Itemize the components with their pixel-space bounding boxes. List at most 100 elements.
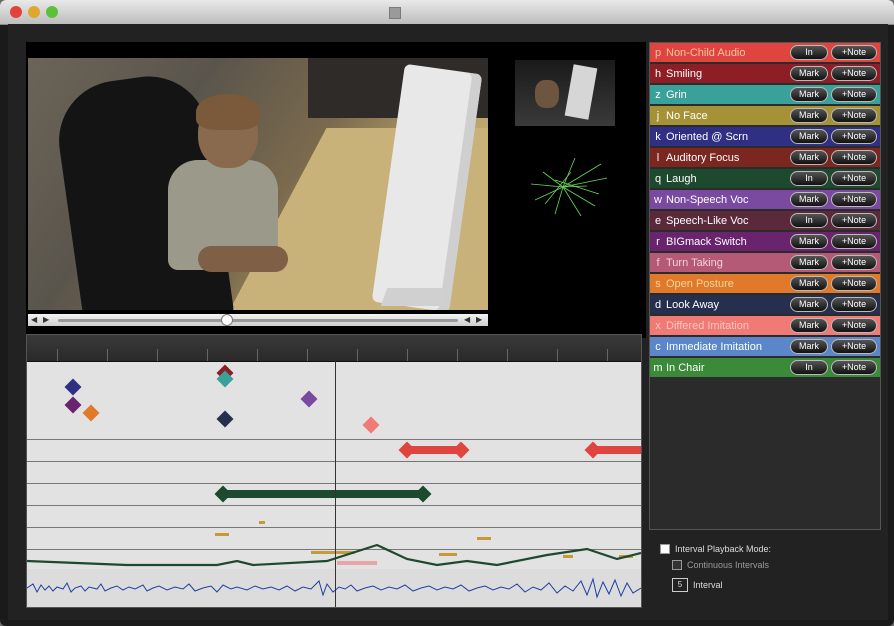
add-note-button[interactable]: +Note xyxy=(831,171,877,186)
interval-in-button[interactable]: In xyxy=(790,45,828,60)
rewind-icon[interactable]: ◀ xyxy=(464,315,470,325)
add-note-button[interactable]: +Note xyxy=(831,66,877,81)
interval-in-button[interactable]: In xyxy=(790,213,828,228)
category-name: Oriented @ Scrn xyxy=(666,130,749,143)
marker-non-speech-voc[interactable] xyxy=(300,390,318,408)
mark-button[interactable]: Mark xyxy=(790,339,828,354)
ruler-tick xyxy=(257,349,258,361)
gaze-line xyxy=(562,186,582,217)
add-note-button[interactable]: +Note xyxy=(831,129,877,144)
marker-open-posture[interactable] xyxy=(82,404,100,422)
mark-button[interactable]: Mark xyxy=(790,297,828,312)
category-hotkey: s xyxy=(655,277,661,290)
category-hotkey: z xyxy=(655,88,661,101)
mark-button[interactable]: Mark xyxy=(790,108,828,123)
zoom-window-button[interactable] xyxy=(46,6,58,18)
continuous-intervals-option[interactable]: Continuous Intervals xyxy=(672,560,769,570)
mark-button[interactable]: Mark xyxy=(790,192,828,207)
interval-in-button[interactable]: In xyxy=(790,171,828,186)
interval-start-handle[interactable] xyxy=(214,485,232,503)
add-note-button[interactable]: +Note xyxy=(831,276,877,291)
close-window-button[interactable] xyxy=(10,6,22,18)
app-window: ◀ ▶ ◀ ▶ p Non-Child Audio In +Note h Smi… xyxy=(0,0,894,626)
face-tracking-thumbnail xyxy=(515,60,615,126)
gaze-line xyxy=(530,183,564,188)
category-row: m In Chair In +Note xyxy=(650,358,880,377)
category-row: w Non-Speech Voc Mark +Note xyxy=(650,190,880,209)
add-note-button[interactable]: +Note xyxy=(831,360,877,375)
mark-button[interactable]: Mark xyxy=(790,318,828,333)
video-area: ◀ ▶ ◀ ▶ xyxy=(26,42,646,338)
ruler-tick xyxy=(557,349,558,361)
gaze-line xyxy=(562,186,596,207)
interval-end-handle[interactable] xyxy=(414,485,432,503)
annotation-timeline[interactable] xyxy=(26,334,642,608)
continuous-intervals-checkbox[interactable] xyxy=(672,560,682,570)
category-row: r BIGmack Switch Mark +Note xyxy=(650,232,880,251)
gaze-line xyxy=(562,157,576,188)
interval-start-handle[interactable] xyxy=(398,441,416,459)
category-row: h Smiling Mark +Note xyxy=(650,64,880,83)
mark-button[interactable]: Mark xyxy=(790,234,828,249)
interval-bar-laugh[interactable] xyxy=(223,490,425,498)
category-row: k Oriented @ Scrn Mark +Note xyxy=(650,127,880,146)
ruler-tick xyxy=(507,349,508,361)
video-player[interactable] xyxy=(28,58,488,310)
add-note-button[interactable]: +Note xyxy=(831,255,877,270)
add-note-button[interactable]: +Note xyxy=(831,150,877,165)
interval-length-input[interactable]: 5 xyxy=(672,578,688,592)
waveform-line xyxy=(27,577,641,599)
scrub-knob[interactable] xyxy=(221,314,233,326)
category-hotkey: x xyxy=(655,319,661,332)
mark-button[interactable]: Mark xyxy=(790,129,828,144)
thumbnail-face xyxy=(535,80,559,108)
mark-button[interactable]: Mark xyxy=(790,150,828,165)
interval-in-button[interactable]: In xyxy=(790,360,828,375)
minimize-window-button[interactable] xyxy=(28,6,40,18)
add-note-button[interactable]: +Note xyxy=(831,192,877,207)
category-hotkey: k xyxy=(655,130,661,143)
mark-button[interactable]: Mark xyxy=(790,66,828,81)
marker-look-away[interactable] xyxy=(216,410,234,428)
mark-button[interactable]: Mark xyxy=(790,255,828,270)
timeline-ruler[interactable] xyxy=(27,335,641,362)
step-back-icon[interactable]: ◀ xyxy=(31,315,37,325)
category-row: p Non-Child Audio In +Note xyxy=(650,43,880,62)
document-proxy-icon xyxy=(389,7,401,19)
category-hotkey: h xyxy=(654,67,662,80)
add-note-button[interactable]: +Note xyxy=(831,45,877,60)
gaze-plot xyxy=(530,157,608,217)
gaze-lines xyxy=(530,157,608,217)
gaze-visualization xyxy=(515,142,615,232)
category-name: Look Away xyxy=(666,298,720,311)
category-hotkey: p xyxy=(654,46,662,59)
scrub-bar[interactable] xyxy=(58,319,458,322)
interval-end-handle[interactable] xyxy=(452,441,470,459)
add-note-button[interactable]: +Note xyxy=(831,234,877,249)
mark-button[interactable]: Mark xyxy=(790,87,828,102)
interval-playback-option[interactable]: Interval Playback Mode: xyxy=(660,544,771,554)
play-icon[interactable]: ▶ xyxy=(43,315,49,325)
fast-forward-icon[interactable]: ▶ xyxy=(476,315,482,325)
timeline-playhead[interactable] xyxy=(335,361,336,607)
add-note-button[interactable]: +Note xyxy=(831,339,877,354)
marker-bigmack[interactable] xyxy=(64,396,82,414)
add-note-button[interactable]: +Note xyxy=(831,108,877,123)
gaze-line xyxy=(562,163,602,188)
add-note-button[interactable]: +Note xyxy=(831,87,877,102)
category-name: No Face xyxy=(666,109,708,122)
interval-playback-checkbox[interactable] xyxy=(660,544,670,554)
add-note-button[interactable]: +Note xyxy=(831,213,877,228)
marker-differed-imitation[interactable] xyxy=(362,416,380,434)
audio-waveform xyxy=(27,569,641,607)
mark-button[interactable]: Mark xyxy=(790,276,828,291)
category-row: j No Face Mark +Note xyxy=(650,106,880,125)
marker-oriented[interactable] xyxy=(64,378,82,396)
interval-start-handle[interactable] xyxy=(584,441,602,459)
add-note-button[interactable]: +Note xyxy=(831,318,877,333)
category-row: f Turn Taking Mark +Note xyxy=(650,253,880,272)
category-hotkey: q xyxy=(654,172,662,185)
add-note-button[interactable]: +Note xyxy=(831,297,877,312)
ruler-tick xyxy=(357,349,358,361)
interval-length-option[interactable]: 5 Interval xyxy=(672,578,723,592)
